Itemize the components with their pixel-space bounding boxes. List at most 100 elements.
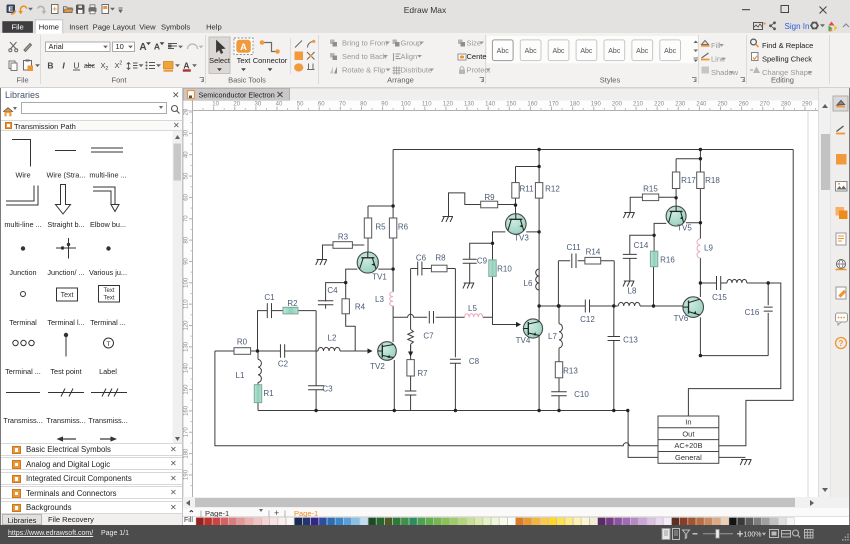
svg-text:Transmiss...: Transmiss... — [3, 416, 42, 425]
svg-text:R4: R4 — [355, 303, 366, 312]
svg-text:2: 2 — [119, 61, 122, 67]
svg-text:20: 20 — [183, 108, 189, 115]
svg-text:Out: Out — [682, 429, 695, 438]
svg-text:TV1: TV1 — [372, 273, 387, 282]
svg-text:80: 80 — [183, 236, 189, 243]
svg-text:160: 160 — [183, 405, 189, 416]
svg-text:U: U — [73, 61, 79, 71]
svg-text:100: 100 — [401, 101, 412, 107]
svg-text:90: 90 — [183, 257, 189, 264]
svg-text:280: 280 — [781, 101, 792, 107]
svg-text:TV6: TV6 — [674, 314, 689, 323]
svg-text:Terminal ...: Terminal ... — [5, 367, 41, 376]
svg-text:L9: L9 — [704, 244, 713, 253]
svg-text:10: 10 — [116, 42, 124, 51]
svg-text:110: 110 — [183, 299, 189, 309]
svg-text:230: 230 — [675, 101, 686, 107]
svg-text:Styles: Styles — [600, 75, 621, 84]
svg-text:Label: Label — [99, 367, 117, 376]
svg-text:Send to Back: Send to Back — [342, 52, 387, 61]
svg-text:150: 150 — [506, 101, 517, 107]
svg-text:130: 130 — [183, 341, 189, 352]
svg-text:220: 220 — [654, 101, 665, 107]
svg-text:100: 100 — [183, 277, 189, 288]
svg-text:Connector: Connector — [253, 56, 288, 65]
svg-text:260: 260 — [739, 101, 750, 107]
svg-text:Size: Size — [467, 38, 482, 47]
svg-text:R11: R11 — [519, 185, 534, 194]
svg-text:130: 130 — [464, 101, 475, 107]
svg-text:R15: R15 — [643, 185, 658, 194]
svg-text:R14: R14 — [586, 248, 601, 257]
svg-text:C6: C6 — [416, 254, 427, 263]
svg-text:Test point: Test point — [50, 367, 81, 376]
svg-text:multi-line ...: multi-line ... — [89, 170, 126, 179]
svg-text:File: File — [11, 23, 23, 32]
svg-text:File: File — [17, 75, 29, 84]
svg-text:C13: C13 — [623, 336, 638, 345]
svg-text:L1: L1 — [236, 371, 245, 380]
svg-text:190: 190 — [591, 101, 602, 107]
svg-text:210: 210 — [633, 101, 644, 107]
svg-text:R5: R5 — [375, 223, 386, 232]
svg-text:R0: R0 — [237, 338, 248, 347]
svg-text:190: 190 — [183, 469, 189, 480]
svg-text:120: 120 — [183, 320, 189, 331]
svg-text:30: 30 — [183, 129, 189, 136]
svg-text:R1: R1 — [263, 389, 274, 398]
svg-text:Abc: Abc — [636, 48, 649, 55]
svg-text:A: A — [139, 42, 146, 53]
svg-text:General: General — [675, 453, 702, 462]
svg-text:Transmiss...: Transmiss... — [88, 416, 127, 425]
svg-text:Basic Tools: Basic Tools — [228, 75, 266, 84]
svg-text:Transmiss...: Transmiss... — [46, 416, 85, 425]
svg-text:Edraw Max: Edraw Max — [404, 5, 447, 15]
svg-text:270: 270 — [760, 101, 771, 107]
svg-text:R17: R17 — [681, 176, 696, 185]
svg-text:Wire: Wire — [16, 170, 31, 179]
svg-text:Find & Replace: Find & Replace — [762, 41, 813, 50]
svg-text:Page Layout: Page Layout — [93, 23, 137, 32]
svg-text:50: 50 — [183, 172, 189, 179]
svg-text:2: 2 — [105, 66, 108, 72]
svg-text:L3: L3 — [375, 295, 384, 304]
svg-text:50: 50 — [297, 101, 304, 107]
svg-text:R10: R10 — [497, 265, 512, 274]
svg-text:40: 40 — [276, 101, 283, 107]
svg-text:20: 20 — [233, 101, 240, 107]
svg-text:C15: C15 — [712, 293, 727, 302]
svg-text:TV4: TV4 — [516, 336, 531, 345]
svg-text:Align: Align — [401, 52, 418, 61]
svg-text:R8: R8 — [435, 254, 446, 263]
svg-text:Home: Home — [39, 23, 59, 32]
svg-text:200: 200 — [612, 101, 623, 107]
svg-text:Distribute: Distribute — [401, 65, 433, 74]
svg-text:C14: C14 — [634, 241, 649, 250]
svg-text:240: 240 — [696, 101, 707, 107]
svg-text:Junction: Junction — [9, 268, 36, 277]
svg-text:Terminal l...: Terminal l... — [47, 318, 84, 327]
svg-text:Text: Text — [237, 56, 252, 65]
svg-text:multi-line ...: multi-line ... — [4, 220, 41, 229]
svg-text:L8: L8 — [628, 287, 637, 296]
svg-text:C4: C4 — [327, 286, 338, 295]
svg-text:AC+20B: AC+20B — [674, 441, 702, 450]
svg-text:170: 170 — [183, 427, 189, 438]
svg-text:C16: C16 — [745, 308, 760, 317]
svg-text:Bring to Front: Bring to Front — [342, 38, 388, 47]
svg-text:Abc: Abc — [580, 48, 593, 55]
svg-text:Arial: Arial — [49, 42, 64, 51]
svg-text:Spelling Check: Spelling Check — [762, 55, 812, 64]
svg-text:Insert: Insert — [69, 23, 89, 32]
svg-text:Symbols: Symbols — [161, 23, 190, 32]
svg-text:E: E — [8, 4, 13, 13]
svg-text:C8: C8 — [469, 357, 480, 366]
svg-text:Abc: Abc — [608, 48, 621, 55]
svg-text:C9: C9 — [477, 257, 488, 266]
svg-text:Abc: Abc — [525, 48, 538, 55]
svg-text:R3: R3 — [338, 233, 349, 242]
svg-text:C10: C10 — [574, 390, 589, 399]
svg-text:Help: Help — [206, 23, 222, 32]
svg-text:C7: C7 — [423, 332, 434, 341]
svg-text:Change Shape: Change Shape — [762, 68, 812, 77]
